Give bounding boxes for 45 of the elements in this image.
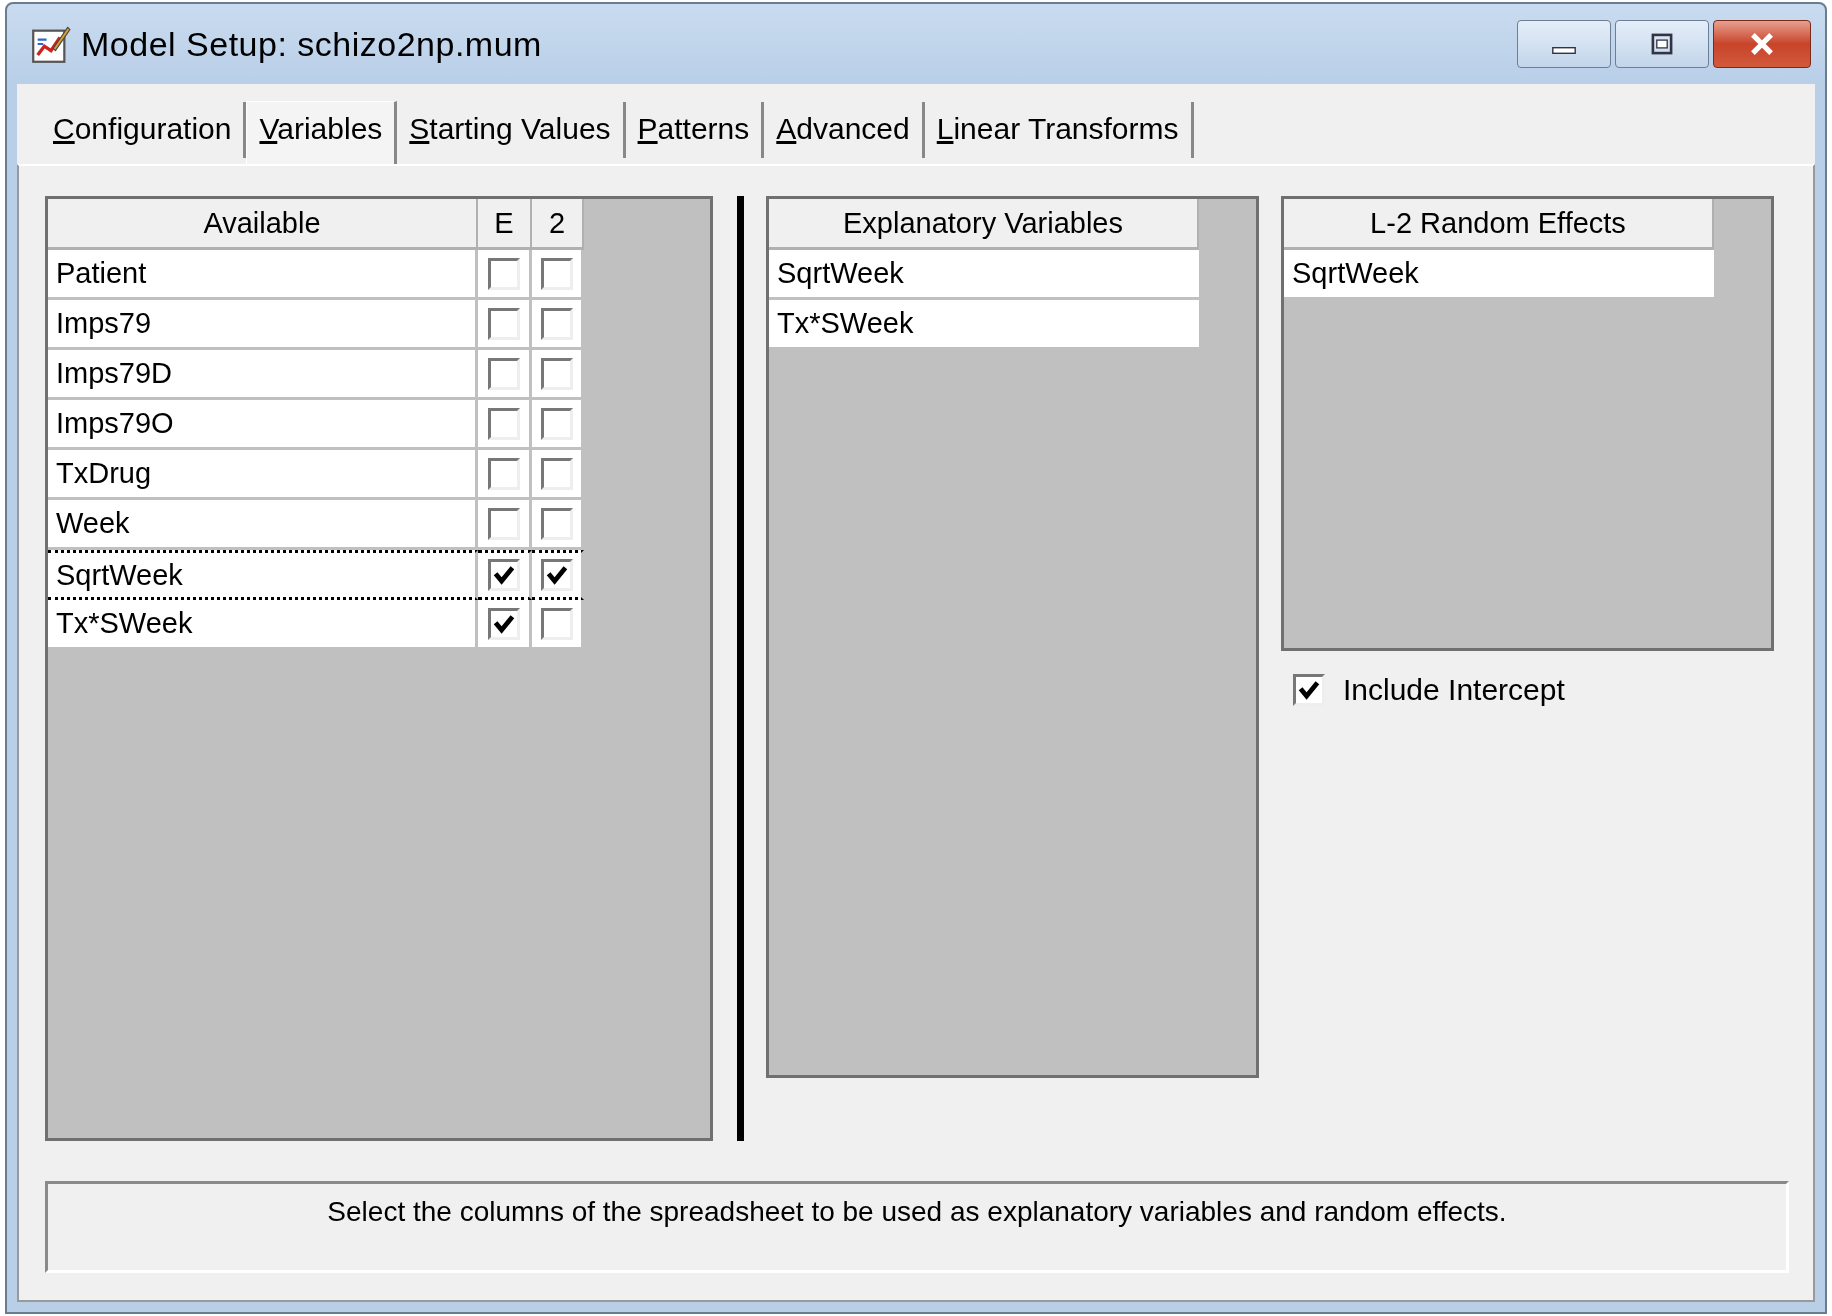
tab[interactable]: Advanced xyxy=(764,102,925,158)
table-cell[interactable]: Imps79D xyxy=(48,350,478,400)
table-cell[interactable]: Patient xyxy=(48,250,478,300)
checkbox[interactable] xyxy=(540,457,573,490)
window-title: Model Setup: schizo2np.mum xyxy=(81,24,542,64)
table-cell[interactable]: SqrtWeek xyxy=(48,550,478,600)
tab[interactable]: Starting Values xyxy=(397,102,626,158)
checkbox[interactable] xyxy=(540,559,573,591)
checkbox[interactable] xyxy=(487,559,520,591)
tab[interactable]: Variables xyxy=(246,101,398,164)
checkbox[interactable] xyxy=(487,257,520,290)
checkbox[interactable] xyxy=(487,407,520,440)
maximize-button[interactable] xyxy=(1615,20,1709,68)
table-cell[interactable]: TxDrug xyxy=(48,450,478,500)
checkbox-label[interactable]: Include Intercept xyxy=(1343,673,1565,707)
chart-pencil-icon xyxy=(31,24,71,64)
hint-text: Select the columns of the spreadsheet to be used as explanatory variables and random effects. xyxy=(45,1181,1789,1273)
table-cell[interactable]: SqrtWeek xyxy=(1284,250,1714,300)
column-header[interactable]: Available xyxy=(48,199,478,250)
checkbox[interactable] xyxy=(540,257,573,290)
close-button[interactable] xyxy=(1713,20,1811,68)
checkbox[interactable] xyxy=(540,307,573,340)
table-cell[interactable]: Imps79O xyxy=(48,400,478,450)
checkbox[interactable] xyxy=(540,407,573,440)
tab[interactable]: Patterns xyxy=(625,102,765,158)
checkbox[interactable] xyxy=(487,357,520,390)
minimize-icon xyxy=(1552,46,1576,54)
table-cell[interactable]: Tx*SWeek xyxy=(769,300,1199,350)
column-header[interactable]: 2 xyxy=(532,199,584,250)
table-cell[interactable]: SqrtWeek xyxy=(769,250,1199,300)
checkbox[interactable] xyxy=(540,607,573,640)
column-header[interactable]: L-2 Random Effects xyxy=(1284,199,1714,250)
checkbox[interactable] xyxy=(487,457,520,490)
checkbox[interactable] xyxy=(487,607,520,640)
checkbox[interactable] xyxy=(1293,674,1325,706)
tab[interactable]: Linear Transforms xyxy=(924,102,1194,158)
table-cell[interactable]: Tx*SWeek xyxy=(48,600,478,650)
column-header[interactable]: E xyxy=(478,199,532,250)
checkbox[interactable] xyxy=(487,507,520,540)
table-cell[interactable]: Imps79 xyxy=(48,300,478,350)
table-cell[interactable]: Week xyxy=(48,500,478,550)
column-header[interactable]: Explanatory Variables xyxy=(769,199,1199,250)
checkbox[interactable] xyxy=(487,307,520,340)
checkbox[interactable] xyxy=(540,507,573,540)
checkbox[interactable] xyxy=(540,357,573,390)
